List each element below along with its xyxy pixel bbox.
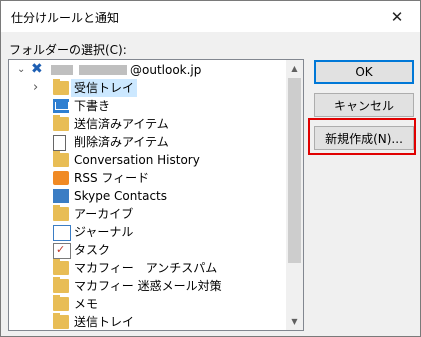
folder-icon: [53, 151, 69, 167]
contacts-icon: [53, 189, 69, 203]
folder-icon: [53, 205, 69, 221]
folder-label: 受信トレイ: [71, 79, 138, 97]
folder-label: RSS フィード: [74, 171, 150, 185]
folder-item[interactable]: 送信済みアイテム: [9, 115, 285, 133]
folder-item[interactable]: Skype Contacts: [9, 187, 285, 205]
vertical-scrollbar[interactable]: ▲ ▼: [286, 60, 303, 330]
folder-label: アーカイブ: [74, 207, 134, 221]
redacted-name: [51, 65, 73, 75]
cancel-button[interactable]: キャンセル: [314, 93, 414, 117]
folder-item[interactable]: › 受信トレイ: [9, 79, 285, 97]
folder-tree[interactable]: ⌄ ✖ @outlook.jp › 受信トレイ下書き送信済みアイテム 削除済みアイテ…: [8, 59, 304, 331]
folder-icon: [53, 259, 69, 275]
folder-label: ジャーナル: [74, 225, 134, 239]
folder-label: マカフィー アンチスパム: [74, 261, 218, 275]
scroll-up-icon[interactable]: ▲: [286, 60, 303, 77]
folder-label: マカフィー 迷惑メール対策: [74, 279, 222, 293]
folder-label: Conversation History: [74, 153, 200, 167]
sent-icon: [53, 115, 69, 131]
folder-item[interactable]: マカフィー アンチスパム: [9, 259, 285, 277]
task-icon: [53, 241, 71, 259]
redacted-name: [79, 65, 127, 75]
close-icon[interactable]: ✕: [374, 1, 420, 32]
folder-label: タスク: [74, 243, 111, 257]
tree-row-account[interactable]: ⌄ ✖ @outlook.jp: [9, 61, 285, 79]
folder-label: 下書き: [74, 99, 111, 113]
expand-icon[interactable]: ›: [33, 79, 38, 97]
account-icon: ✖: [31, 61, 43, 77]
inbox-icon: [53, 79, 69, 95]
folder-item[interactable]: Conversation History: [9, 151, 285, 169]
folder-item[interactable]: 送信トレイ: [9, 313, 285, 330]
collapse-icon[interactable]: ⌄: [17, 61, 25, 79]
scroll-down-icon[interactable]: ▼: [286, 313, 303, 330]
folder-icon: [53, 277, 69, 293]
folder-item[interactable]: 削除済みアイテム: [9, 133, 285, 151]
folder-item[interactable]: 下書き: [9, 97, 285, 115]
outbox-icon: [53, 313, 69, 329]
folder-label: 送信済みアイテム: [74, 117, 169, 131]
folder-item[interactable]: マカフィー 迷惑メール対策: [9, 277, 285, 295]
account-email: @outlook.jp: [130, 63, 202, 77]
folder-item[interactable]: メモ: [9, 295, 285, 313]
folder-select-label: フォルダーの選択(C):: [9, 43, 127, 57]
folder-item[interactable]: ジャーナル: [9, 223, 285, 241]
folder-label: Skype Contacts: [74, 189, 167, 203]
folder-icon: [53, 295, 69, 311]
dialog-title: 仕分けルールと通知: [11, 11, 120, 25]
drafts-icon: [53, 99, 69, 113]
folder-item[interactable]: RSS フィード: [9, 169, 285, 187]
highlight-box: [308, 118, 416, 155]
folder-label: 送信トレイ: [74, 315, 135, 329]
scroll-thumb[interactable]: [288, 78, 301, 263]
folder-label: 削除済みアイテム: [74, 135, 169, 149]
title-bar: 仕分けルールと通知 ✕: [1, 1, 420, 32]
folder-label: メモ: [74, 297, 99, 311]
ok-button[interactable]: OK: [314, 60, 414, 84]
rss-icon: [53, 171, 69, 185]
folder-item[interactable]: アーカイブ: [9, 205, 285, 223]
journal-icon: [53, 225, 71, 241]
rules-dialog: 仕分けルールと通知 ✕ フォルダーの選択(C): ⌄ ✖ @outlook.jp…: [0, 0, 421, 337]
folder-item[interactable]: タスク: [9, 241, 285, 259]
trash-icon: [53, 135, 66, 151]
